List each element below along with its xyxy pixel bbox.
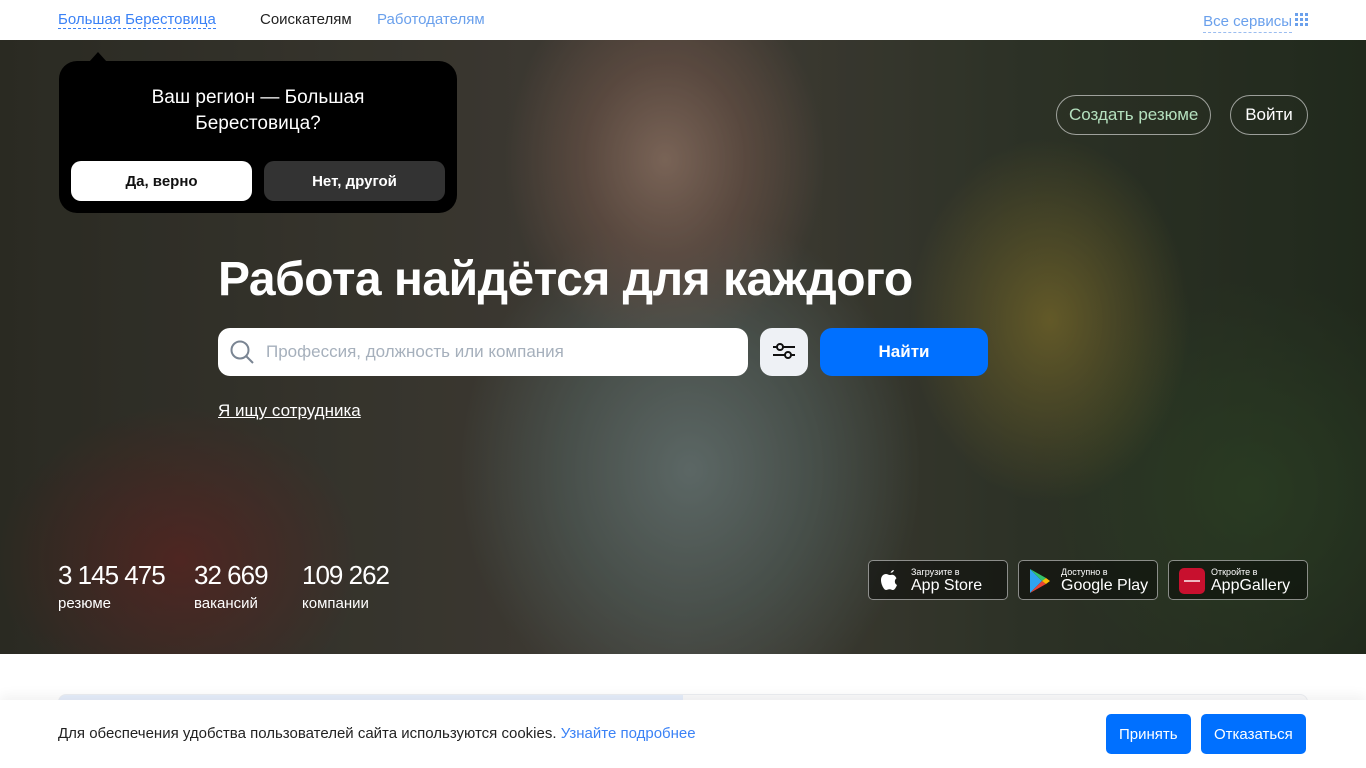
stat-vacancies: 32 669 вакансий xyxy=(194,560,269,612)
apple-icon xyxy=(881,570,897,590)
nav-seekers[interactable]: Соискателям xyxy=(260,11,352,28)
hero: Ваш регион — Большая Берестовица? Да, ве… xyxy=(0,40,1366,654)
decline-cookies-button[interactable]: Отказаться xyxy=(1201,714,1306,754)
google-play-button[interactable]: Доступно в Google Play xyxy=(1018,560,1158,600)
region-question: Ваш регион — Большая Берестовица? xyxy=(151,87,365,134)
hero-title: Работа найдётся для каждого xyxy=(218,253,913,306)
all-services-link[interactable]: Все сервисы xyxy=(1203,11,1292,33)
huawei-icon xyxy=(1179,568,1205,594)
search-icon xyxy=(230,340,254,364)
region-link[interactable]: Большая Берестовица xyxy=(58,11,216,29)
cookie-learn-more-link[interactable]: Узнайте подробнее xyxy=(561,725,696,742)
cookie-banner: Для обеспечения удобства пользователей с… xyxy=(0,700,1366,768)
confirm-region-button[interactable]: Да, верно xyxy=(71,161,252,201)
search-input[interactable] xyxy=(266,328,736,376)
grid-icon[interactable] xyxy=(1295,13,1308,26)
search-box xyxy=(218,328,748,376)
find-button[interactable]: Найти xyxy=(820,328,988,376)
employer-link[interactable]: Я ищу сотрудника xyxy=(218,401,361,421)
appgallery-button[interactable]: Откройте в AppGallery xyxy=(1168,560,1308,600)
stat-companies: 109 262 компании xyxy=(302,560,390,612)
top-bar: Большая Берестовица Соискателям Работода… xyxy=(0,0,1366,40)
sliders-icon xyxy=(773,342,795,359)
create-resume-button[interactable]: Создать резюме xyxy=(1056,95,1212,135)
cookie-text: Для обеспечения удобства пользователей с… xyxy=(58,725,696,742)
change-region-button[interactable]: Нет, другой xyxy=(264,161,445,201)
stat-resumes: 3 145 475 резюме xyxy=(58,560,166,612)
app-store-button[interactable]: Загрузите в App Store xyxy=(868,560,1008,600)
accept-cookies-button[interactable]: Принять xyxy=(1106,714,1191,754)
region-popup: Ваш регион — Большая Берестовица? Да, ве… xyxy=(59,52,457,213)
filters-button[interactable] xyxy=(760,328,808,376)
nav-employers[interactable]: Работодателям xyxy=(377,11,485,28)
login-button[interactable]: Войти xyxy=(1230,95,1308,135)
google-play-icon xyxy=(1030,569,1050,593)
